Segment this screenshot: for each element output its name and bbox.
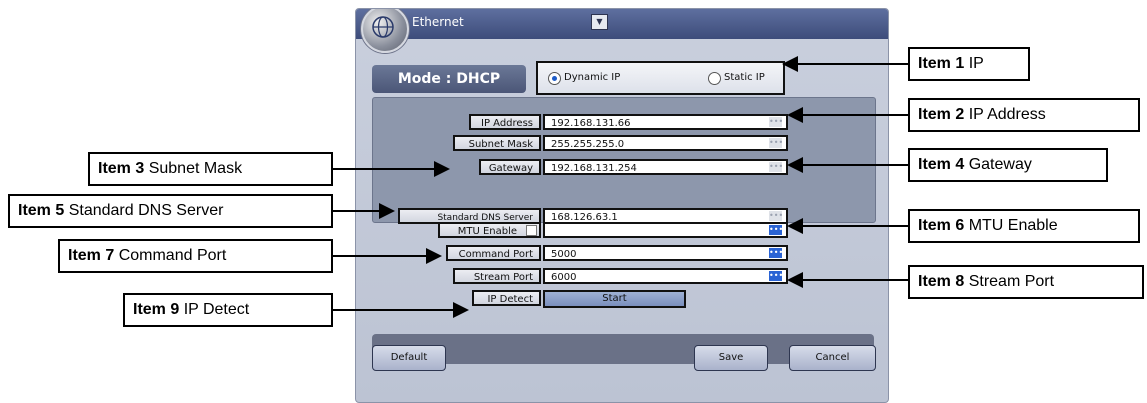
callout-item-6-number: Item 6 <box>918 217 965 234</box>
callout-item-4: Item 4 Gateway <box>908 148 1108 182</box>
callout-item-4-number: Item 4 <box>918 156 965 173</box>
callout-item-3-text: Subnet Mask <box>144 160 243 177</box>
callout-item-5-text: Standard DNS Server <box>64 202 224 219</box>
callout-item-7: Item 7 Command Port <box>58 239 333 273</box>
callout-item-9-text: IP Detect <box>179 301 250 318</box>
callout-item-9-number: Item 9 <box>133 301 180 318</box>
callout-item-1-number: Item 1 <box>918 55 965 72</box>
callout-item-6: Item 6 MTU Enable <box>908 209 1140 243</box>
callout-item-3: Item 3 Subnet Mask <box>88 152 333 186</box>
callout-item-8-number: Item 8 <box>918 273 965 290</box>
callout-item-7-number: Item 7 <box>68 247 115 264</box>
callout-item-8: Item 8 Stream Port <box>908 265 1144 299</box>
callout-item-8-text: Stream Port <box>964 273 1055 290</box>
callout-item-1-text: IP <box>964 55 984 72</box>
callout-item-2-text: IP Address <box>964 106 1046 123</box>
callout-item-2: Item 2 IP Address <box>908 98 1140 132</box>
callout-item-9: Item 9 IP Detect <box>123 293 333 327</box>
callout-item-4-text: Gateway <box>964 156 1032 173</box>
callout-item-3-number: Item 3 <box>98 160 145 177</box>
callout-item-7-text: Command Port <box>114 247 227 264</box>
callout-item-5: Item 5 Standard DNS Server <box>8 194 333 228</box>
callout-item-5-number: Item 5 <box>18 202 65 219</box>
callout-item-6-text: MTU Enable <box>964 217 1058 234</box>
callout-item-1: Item 1 IP <box>908 47 1030 81</box>
callout-item-2-number: Item 2 <box>918 106 965 123</box>
